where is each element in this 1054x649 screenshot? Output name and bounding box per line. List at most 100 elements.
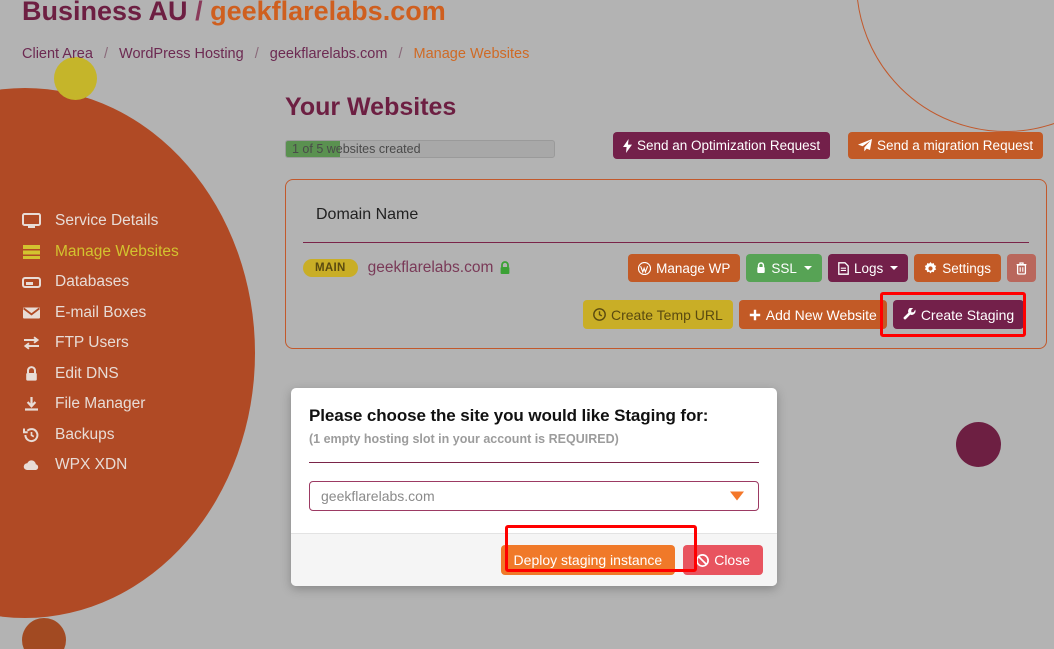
button-label: Settings xyxy=(942,260,991,276)
staging-modal: Please choose the site you would like St… xyxy=(291,388,777,586)
button-label: Send an Optimization Request xyxy=(637,138,821,153)
sidebar-item-label: Service Details xyxy=(55,212,159,230)
sidebar-item-service-details[interactable]: Service Details xyxy=(0,206,250,237)
server-icon xyxy=(20,243,42,261)
modal-body: Please choose the site you would like St… xyxy=(291,388,777,511)
settings-button[interactable]: Settings xyxy=(914,254,1001,282)
sidebar-item-wpx-xdn[interactable]: WPX XDN xyxy=(0,450,250,481)
panel-divider xyxy=(303,242,1029,243)
button-label: Deploy staging instance xyxy=(513,552,663,568)
sidebar-item-edit-dns[interactable]: Edit DNS xyxy=(0,359,250,390)
breadcrumb-separator: / xyxy=(103,46,108,62)
gear-icon xyxy=(924,261,937,275)
modal-title: Please choose the site you would like St… xyxy=(309,406,709,425)
chevron-down-icon xyxy=(890,266,899,270)
close-button[interactable]: Close xyxy=(683,545,763,575)
websites-quota-progress: 1 of 5 websites created xyxy=(285,140,555,158)
ban-icon xyxy=(696,553,710,567)
button-label: Close xyxy=(714,552,750,568)
button-label: Send a migration Request xyxy=(877,138,1034,153)
file-icon xyxy=(838,261,849,275)
sidebar-item-email-boxes[interactable]: E-mail Boxes xyxy=(0,298,250,329)
trash-icon xyxy=(1016,261,1027,275)
create-staging-button[interactable]: Create Staging xyxy=(892,300,1025,329)
sidebar-item-label: FTP Users xyxy=(55,334,129,352)
add-new-website-button[interactable]: Add New Website xyxy=(738,300,887,329)
plus-icon xyxy=(749,309,761,321)
breadcrumb-separator: / xyxy=(254,46,259,62)
site-select-value: geekflarelabs.com xyxy=(321,488,435,504)
bolt-icon xyxy=(623,138,632,153)
button-label: Create Staging xyxy=(920,306,1015,323)
breadcrumb-separator: / xyxy=(398,46,403,62)
ssl-button[interactable]: SSL xyxy=(746,254,822,282)
decorative-orange-ring xyxy=(856,0,1054,132)
lock-icon xyxy=(20,365,42,383)
dropdown-arrow-icon xyxy=(730,491,744,501)
history-icon xyxy=(20,426,42,444)
breadcrumb-item-domain[interactable]: geekflarelabs.com xyxy=(270,46,388,62)
sidebar-item-label: Manage Websites xyxy=(55,242,179,260)
modal-subtitle: (1 empty hosting slot in your account is… xyxy=(309,432,619,446)
breadcrumb-item-client-area[interactable]: Client Area xyxy=(22,46,93,62)
wrench-icon xyxy=(903,308,916,321)
database-icon xyxy=(20,273,42,291)
button-label: SSL xyxy=(771,260,797,276)
table-row: MAIN geekflarelabs.com Manage WP SSL Log… xyxy=(303,246,1036,290)
page-section-title: Your Websites xyxy=(285,93,457,121)
green-lock-icon xyxy=(499,261,511,275)
logs-button[interactable]: Logs xyxy=(827,254,909,282)
modal-footer: Deploy staging instance Close xyxy=(291,533,777,586)
sidebar-item-label: Edit DNS xyxy=(55,364,119,382)
wordpress-icon xyxy=(638,261,652,275)
sidebar-item-label: File Manager xyxy=(55,395,146,413)
modal-divider xyxy=(309,462,759,463)
page-title-domain: geekflarelabs.com xyxy=(210,0,446,26)
sidebar-item-ftp-users[interactable]: FTP Users xyxy=(0,328,250,359)
send-migration-request-button[interactable]: Send a migration Request xyxy=(848,132,1044,159)
sidebar-item-databases[interactable]: Databases xyxy=(0,267,250,298)
cloud-upload-icon xyxy=(20,456,42,474)
decorative-brown-circle xyxy=(22,618,66,649)
sidebar: Service Details Manage Websites Database… xyxy=(0,206,250,481)
progress-label: 1 of 5 websites created xyxy=(292,142,421,156)
create-temp-url-button[interactable]: Create Temp URL xyxy=(583,300,733,329)
site-select[interactable]: geekflarelabs.com xyxy=(309,481,759,511)
exchange-icon xyxy=(20,334,42,352)
breadcrumb-item-wordpress-hosting[interactable]: WordPress Hosting xyxy=(119,46,244,62)
sidebar-item-label: E-mail Boxes xyxy=(55,303,147,321)
deploy-staging-instance-button[interactable]: Deploy staging instance xyxy=(500,545,676,575)
clock-icon xyxy=(593,308,606,321)
breadcrumb: Client Area / WordPress Hosting / geekfl… xyxy=(22,46,529,62)
website-action-buttons: Create Temp URL Add New Website Create S… xyxy=(583,300,1025,329)
sidebar-item-label: WPX XDN xyxy=(55,456,128,474)
monitor-icon xyxy=(20,212,42,230)
download-icon xyxy=(20,395,42,413)
decorative-gold-circle xyxy=(54,57,97,100)
chevron-down-icon xyxy=(803,266,812,270)
row-action-buttons: Manage WP SSL Logs Settings xyxy=(628,254,1036,282)
decorative-maroon-circle xyxy=(956,422,1001,467)
sidebar-item-manage-websites[interactable]: Manage Websites xyxy=(0,237,250,268)
send-optimization-request-button[interactable]: Send an Optimization Request xyxy=(613,132,831,159)
breadcrumb-item-manage-websites: Manage Websites xyxy=(413,46,530,62)
page-title-plan: Business AU xyxy=(22,0,188,26)
domain-name-label: geekflarelabs.com xyxy=(367,259,494,276)
column-header-domain-name: Domain Name xyxy=(316,206,419,223)
status-badge: MAIN xyxy=(303,259,358,277)
sidebar-item-label: Backups xyxy=(55,425,115,443)
sidebar-item-file-manager[interactable]: File Manager xyxy=(0,389,250,420)
page-title-separator: / xyxy=(195,0,203,26)
sidebar-item-backups[interactable]: Backups xyxy=(0,420,250,451)
paper-plane-icon xyxy=(858,139,872,152)
manage-wp-button[interactable]: Manage WP xyxy=(628,254,741,282)
sidebar-item-label: Databases xyxy=(55,273,130,291)
button-label: Manage WP xyxy=(656,260,731,276)
lock-icon xyxy=(756,262,766,274)
envelope-icon xyxy=(20,304,42,322)
app-root: Business AU / geekflarelabs.com Client A… xyxy=(0,0,1054,649)
button-label: Logs xyxy=(853,260,884,276)
button-label: Create Temp URL xyxy=(611,306,723,323)
delete-website-button[interactable] xyxy=(1007,254,1036,282)
button-label: Add New Website xyxy=(765,306,877,323)
